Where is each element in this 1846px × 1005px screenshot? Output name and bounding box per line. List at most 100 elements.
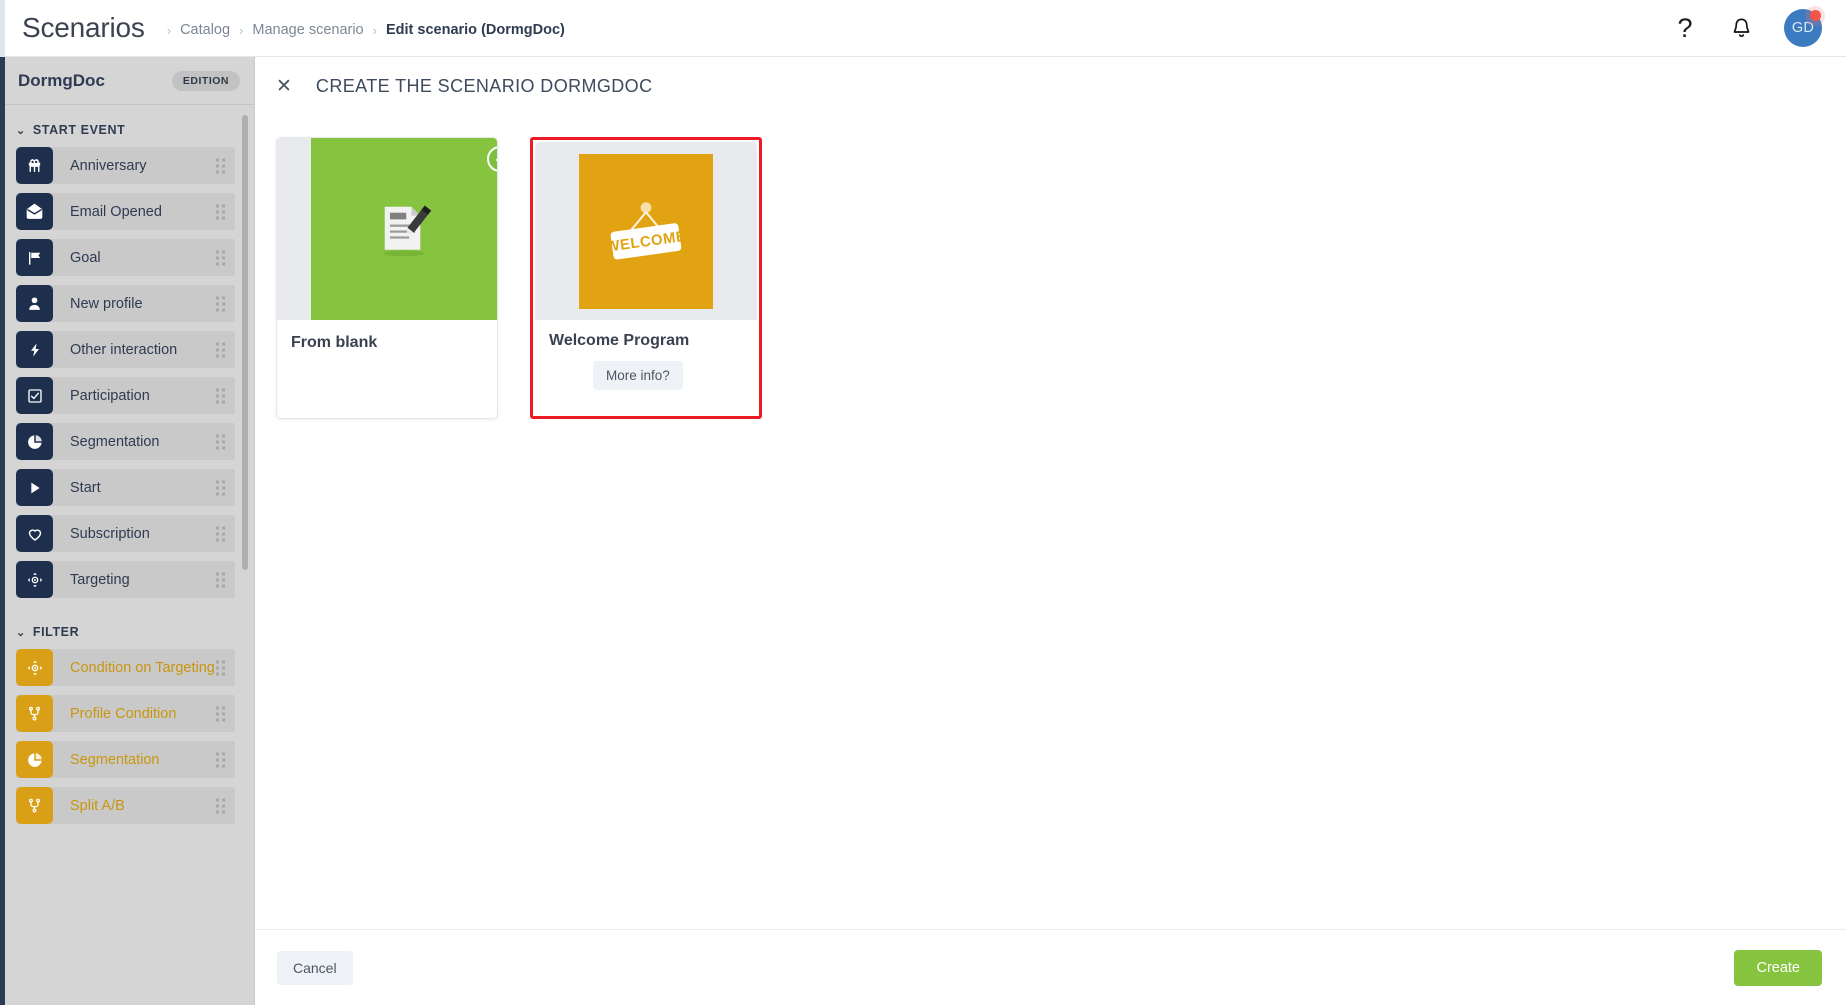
lightning-bolt-icon bbox=[16, 331, 53, 368]
cancel-button[interactable]: Cancel bbox=[277, 950, 353, 985]
drag-handle-icon[interactable] bbox=[216, 706, 225, 721]
drag-handle-icon[interactable] bbox=[216, 250, 225, 265]
breadcrumb-separator: › bbox=[372, 22, 377, 38]
pie-chart-icon bbox=[16, 741, 53, 778]
drag-handle-icon[interactable] bbox=[216, 388, 225, 403]
breadcrumb-item-catalog[interactable]: Catalog bbox=[180, 22, 230, 38]
sidebar-item-new-profile[interactable]: New profile bbox=[16, 285, 235, 322]
sidebar-item-start[interactable]: Start bbox=[16, 469, 235, 506]
sidebar-item-label: Other interaction bbox=[70, 341, 178, 358]
sidebar-item-other-interaction[interactable]: Other interaction bbox=[16, 331, 235, 368]
card-media bbox=[277, 138, 497, 320]
panel-header: ✕ CREATE THE SCENARIO DORMGDOC bbox=[256, 57, 1846, 117]
sidebar-item-profile-condition[interactable]: Profile Condition bbox=[16, 695, 235, 732]
sidebar-item-label: Segmentation bbox=[70, 433, 160, 450]
sidebar-item-email-opened[interactable]: Email Opened bbox=[16, 193, 235, 230]
avatar[interactable]: GD bbox=[1784, 6, 1825, 47]
sidebar-item-label: Email Opened bbox=[70, 203, 162, 220]
sidebar-item-condition-on-targeting[interactable]: Condition on Targeting bbox=[16, 649, 235, 686]
sidebar-section-start-event[interactable]: ⌄ START EVENT bbox=[0, 105, 254, 147]
sidebar-item-label: Start bbox=[70, 479, 101, 496]
panel-title: CREATE THE SCENARIO DORMGDOC bbox=[315, 76, 653, 96]
sidebar-accent-stripe bbox=[0, 57, 5, 1005]
notification-bell-icon[interactable] bbox=[1728, 14, 1754, 42]
template-card-from-blank[interactable]: From blank bbox=[276, 137, 498, 419]
drag-handle-icon[interactable] bbox=[216, 572, 225, 587]
card-title: From blank bbox=[291, 334, 378, 351]
sidebar-item-targeting[interactable]: Targeting bbox=[16, 561, 235, 598]
sidebar-item-label: Targeting bbox=[70, 571, 130, 588]
drag-handle-icon[interactable] bbox=[216, 798, 225, 813]
sidebar-item-filter-segmentation[interactable]: Segmentation bbox=[16, 741, 235, 778]
chevron-down-icon: ⌄ bbox=[16, 626, 26, 639]
drag-handle-icon[interactable] bbox=[216, 752, 225, 767]
sidebar-item-goal[interactable]: Goal bbox=[16, 239, 235, 276]
sidebar-item-subscription[interactable]: Subscription bbox=[16, 515, 235, 552]
breadcrumb-item-manage-scenario[interactable]: Manage scenario bbox=[252, 22, 363, 38]
sidebar-item-segmentation[interactable]: Segmentation bbox=[16, 423, 235, 460]
template-card-list: From blank WELCOME Welcome Program More … bbox=[256, 117, 1846, 419]
checkbox-icon bbox=[16, 377, 53, 414]
drag-handle-icon[interactable] bbox=[216, 342, 225, 357]
sidebar-header: DormgDoc EDITION bbox=[0, 57, 254, 105]
sidebar: DormgDoc EDITION ⌄ START EVENT Anniversa… bbox=[0, 57, 255, 1005]
card-body: From blank bbox=[277, 320, 497, 404]
card-body: Welcome Program More info? bbox=[535, 320, 757, 408]
welcome-sign-icon: WELCOME bbox=[579, 153, 713, 309]
breadcrumb-separator: › bbox=[239, 22, 244, 38]
person-icon bbox=[16, 285, 53, 322]
main-panel: ✕ CREATE THE SCENARIO DORMGDOC From blan… bbox=[256, 57, 1846, 1005]
sidebar-scenario-name: DormgDoc bbox=[18, 70, 105, 90]
topbar-accent-stripe bbox=[0, 0, 5, 57]
more-info-button[interactable]: More info? bbox=[593, 361, 683, 390]
drag-handle-icon[interactable] bbox=[216, 526, 225, 541]
close-x-icon[interactable]: ✕ bbox=[276, 77, 292, 96]
sidebar-item-label: New profile bbox=[70, 295, 143, 312]
drag-handle-icon[interactable] bbox=[216, 434, 225, 449]
sidebar-item-label: Profile Condition bbox=[70, 705, 177, 722]
sidebar-item-label: Subscription bbox=[70, 525, 150, 542]
crosshair-target-icon bbox=[16, 561, 53, 598]
drag-handle-icon[interactable] bbox=[216, 296, 225, 311]
sidebar-item-label: Goal bbox=[70, 249, 101, 266]
sidebar-item-split-ab[interactable]: Split A/B bbox=[16, 787, 235, 824]
notification-dot bbox=[1810, 10, 1821, 21]
check-circle-icon bbox=[487, 146, 497, 172]
sidebar-item-label: Anniversary bbox=[70, 157, 147, 174]
sidebar-item-anniversary[interactable]: Anniversary bbox=[16, 147, 235, 184]
pie-chart-icon bbox=[16, 423, 53, 460]
branch-fork-icon bbox=[16, 787, 53, 824]
footer-action-bar: Cancel Create bbox=[256, 929, 1846, 1005]
branch-fork-icon bbox=[16, 695, 53, 732]
crosshair-target-icon bbox=[16, 649, 53, 686]
page-title: Scenarios bbox=[22, 12, 145, 43]
topbar-actions: ? GD bbox=[1672, 6, 1846, 47]
breadcrumb-item-edit-scenario[interactable]: Edit scenario (DormgDoc) bbox=[386, 22, 565, 38]
play-triangle-icon bbox=[16, 469, 53, 506]
flag-icon bbox=[16, 239, 53, 276]
sidebar-item-participation[interactable]: Participation bbox=[16, 377, 235, 414]
help-question-icon[interactable]: ? bbox=[1672, 14, 1698, 42]
sidebar-item-label: Split A/B bbox=[70, 797, 125, 814]
sidebar-section-label: START EVENT bbox=[32, 123, 126, 137]
sidebar-item-label: Participation bbox=[70, 387, 150, 404]
top-bar: Scenarios › Catalog › Manage scenario › … bbox=[0, 0, 1846, 57]
drag-handle-icon[interactable] bbox=[216, 480, 225, 495]
template-card-welcome-program[interactable]: WELCOME Welcome Program More info? bbox=[535, 142, 757, 408]
document-pencil-icon bbox=[311, 138, 497, 320]
sidebar-scrollbar[interactable] bbox=[242, 115, 248, 570]
envelope-icon bbox=[16, 193, 53, 230]
gift-icon bbox=[16, 147, 53, 184]
heart-icon bbox=[16, 515, 53, 552]
drag-handle-icon[interactable] bbox=[216, 158, 225, 173]
template-card-welcome-program-highlight: WELCOME Welcome Program More info? bbox=[530, 137, 762, 419]
sidebar-section-label: FILTER bbox=[32, 625, 80, 639]
sidebar-item-label: Segmentation bbox=[70, 751, 160, 768]
sidebar-section-filter[interactable]: ⌄ FILTER bbox=[0, 607, 254, 649]
create-button[interactable]: Create bbox=[1734, 949, 1822, 986]
card-title: Welcome Program bbox=[549, 332, 690, 349]
drag-handle-icon[interactable] bbox=[216, 660, 225, 675]
drag-handle-icon[interactable] bbox=[216, 204, 225, 219]
breadcrumb: › Catalog › Manage scenario › Edit scena… bbox=[167, 22, 565, 38]
sidebar-item-label: Condition on Targeting bbox=[70, 659, 215, 676]
